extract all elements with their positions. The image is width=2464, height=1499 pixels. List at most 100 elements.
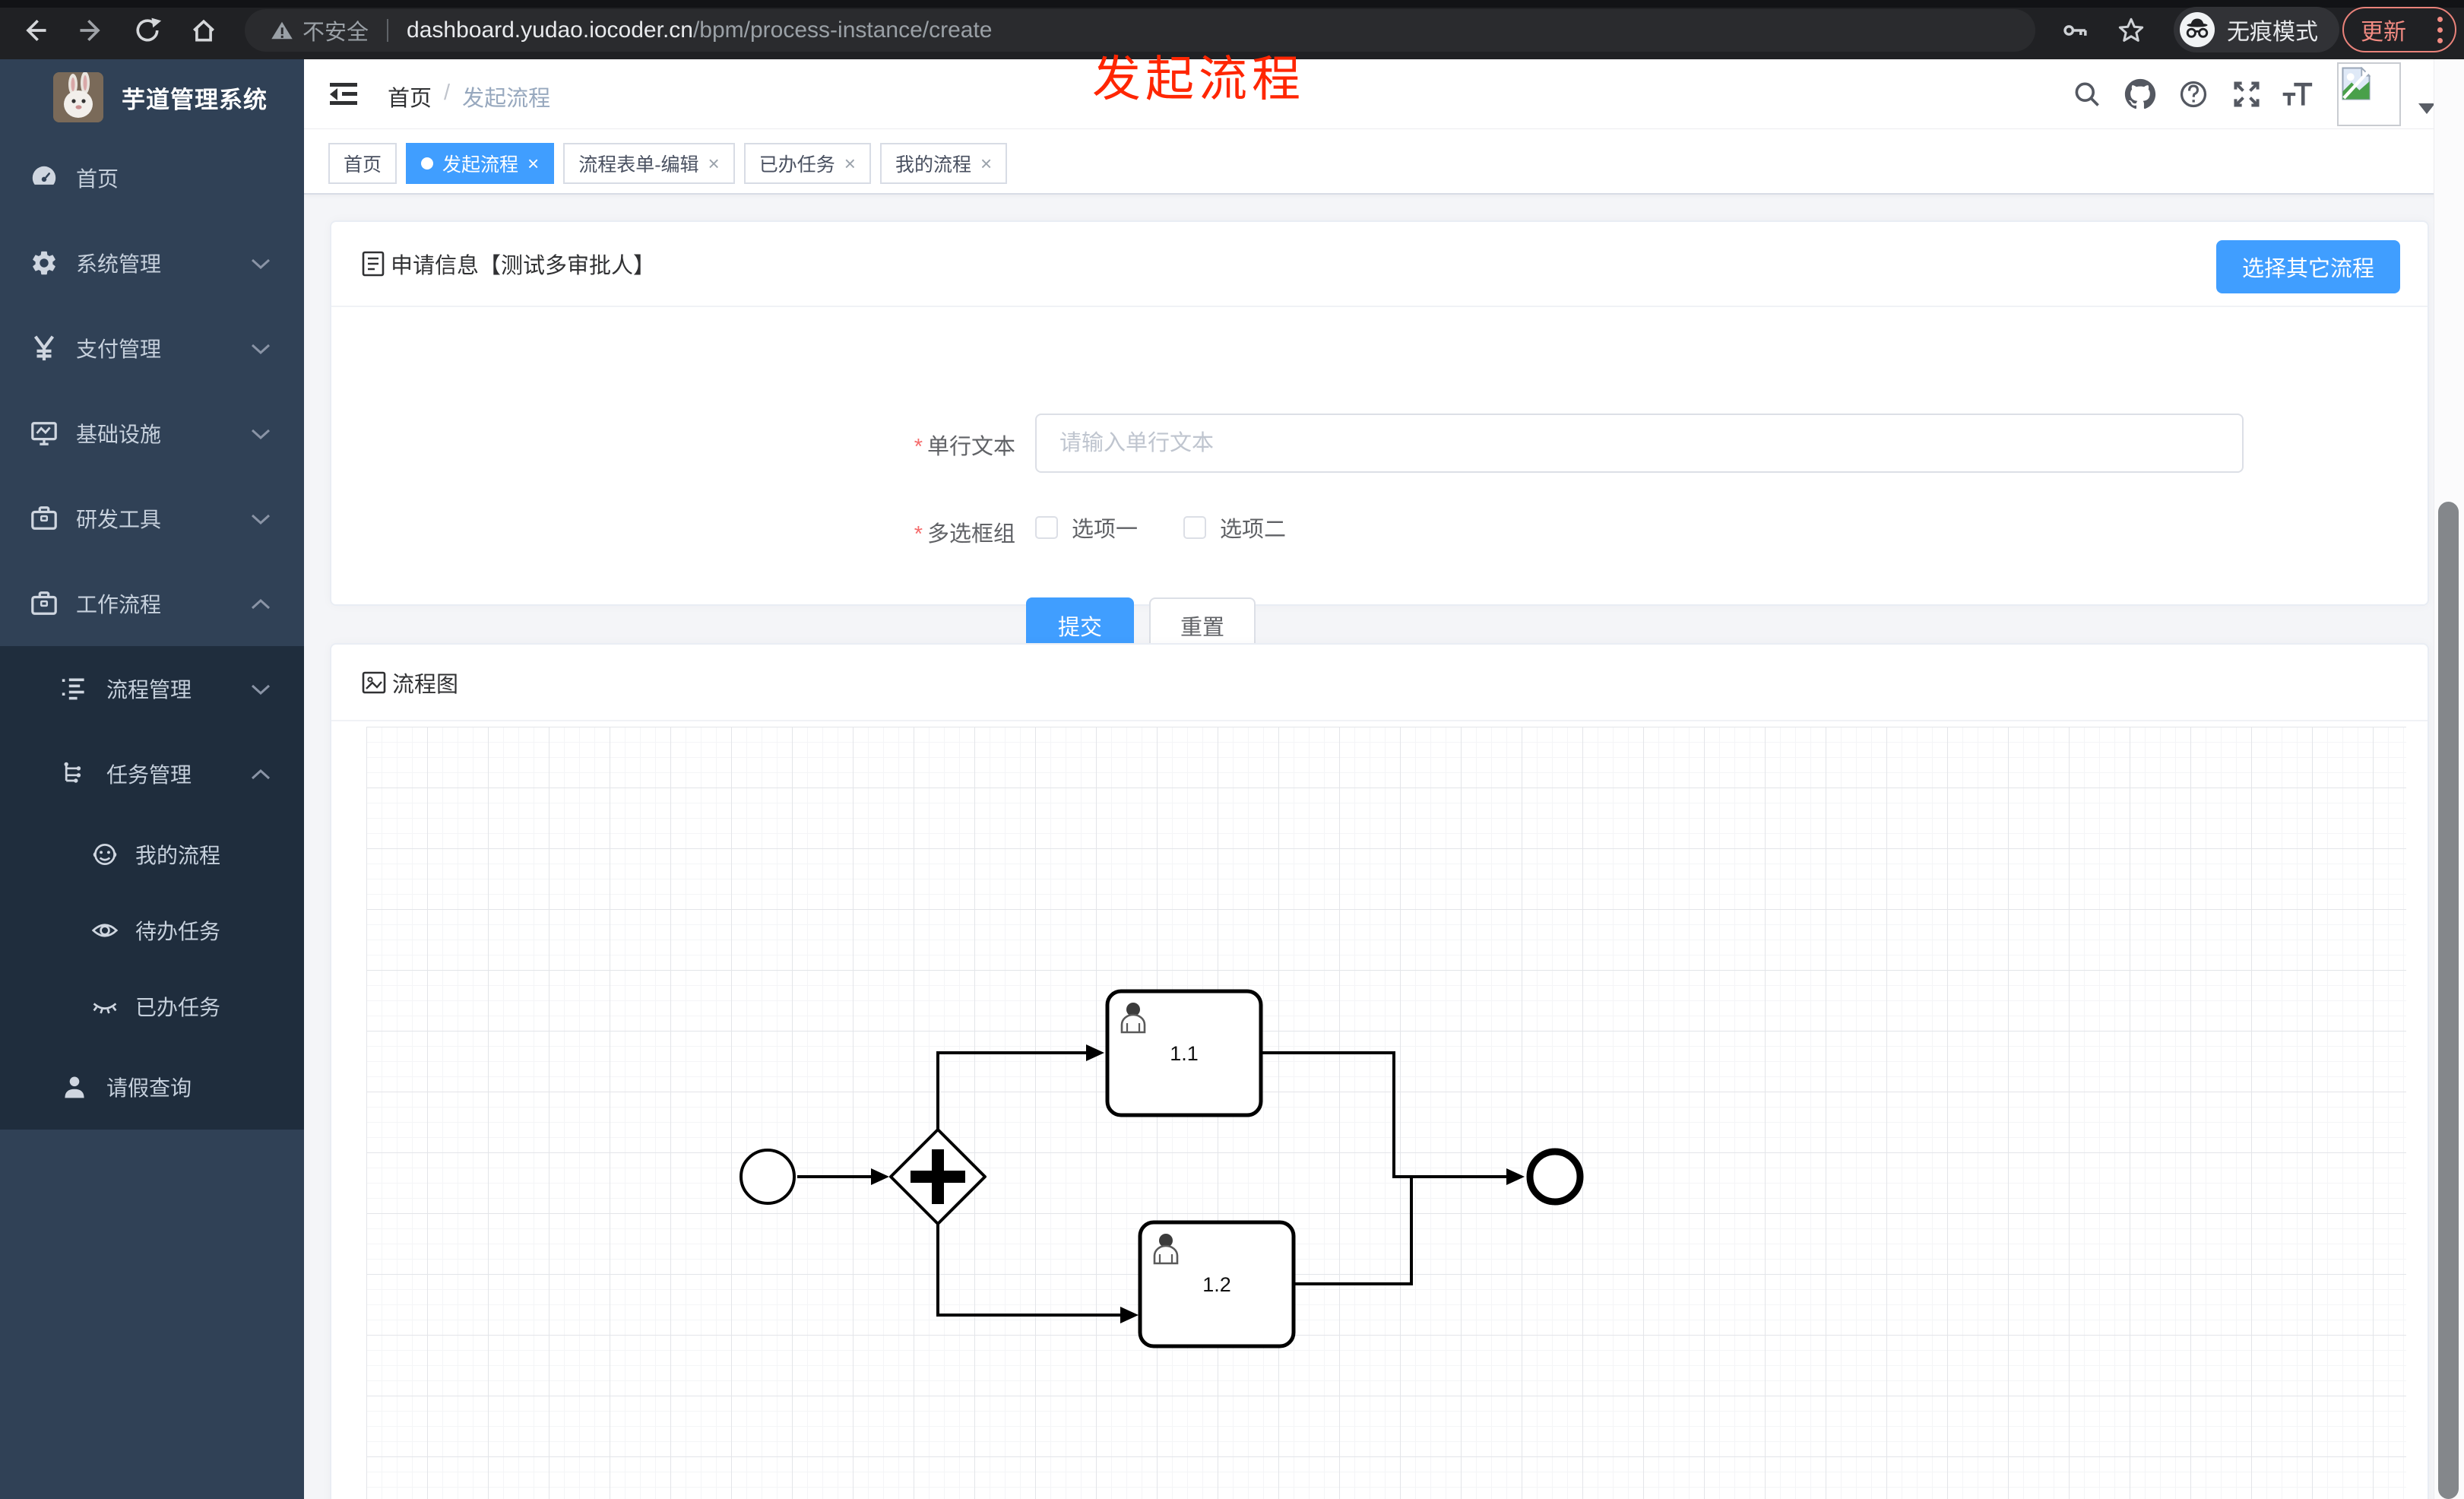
chevron-down-icon (251, 251, 271, 275)
list-tree-icon (59, 673, 90, 704)
person-icon (59, 1072, 90, 1102)
question-circle-icon (2180, 81, 2207, 108)
chevron-down-icon (251, 336, 271, 360)
page-scrollbar-track[interactable] (2434, 59, 2464, 1499)
browser-update-menu-button[interactable]: 更新 (2342, 7, 2456, 52)
tab-my-process[interactable]: 我的流程 × (879, 143, 1008, 184)
tab-done-tasks[interactable]: 已办任务 × (743, 143, 871, 184)
sidebar-item-payment[interactable]: 支付管理 (0, 306, 304, 391)
bpmn-flow-gateway-task1 (936, 1051, 1086, 1130)
checkbox-option-1[interactable]: 选项一 (1035, 512, 1138, 544)
briefcase-icon (29, 588, 59, 619)
breadcrumb-current: 发起流程 (462, 87, 551, 111)
password-key-button[interactable] (2057, 12, 2093, 49)
sidebar-item-my-process[interactable]: 我的流程 (0, 816, 304, 892)
close-icon[interactable]: × (980, 154, 992, 173)
page-scrollbar-thumb[interactable] (2438, 502, 2459, 1499)
sidebar-item-label: 工作流程 (76, 593, 162, 616)
sidebar-item-label: 系统管理 (76, 252, 162, 276)
close-icon[interactable]: × (844, 154, 856, 173)
tab-label: 流程表单-编辑 (578, 154, 699, 176)
browser-reload-button[interactable] (129, 12, 166, 49)
chevron-down-icon (251, 677, 271, 701)
image-icon (362, 671, 386, 693)
checkbox-label: 选项一 (1072, 518, 1139, 542)
tab-home[interactable]: 首页 (328, 143, 397, 184)
hamburger-indent-icon (330, 83, 357, 105)
app-logo-image (53, 72, 103, 122)
browser-home-button[interactable] (185, 12, 222, 49)
sidebar-item-task-management[interactable]: 任务管理 (0, 731, 304, 816)
sidebar-item-label: 已办任务 (135, 996, 221, 1019)
breadcrumb-separator: / (444, 81, 451, 105)
header-fullscreen-button[interactable] (2228, 76, 2265, 113)
sidebar-item-leave-query[interactable]: 请假查询 (0, 1044, 304, 1130)
tab-initiate-process[interactable]: 发起流程 × (406, 143, 555, 184)
incognito-badge: 无痕模式 (2174, 7, 2339, 52)
required-asterisk: * (914, 522, 923, 547)
forward-arrow-icon (80, 19, 100, 42)
sidebar-item-system[interactable]: 系统管理 (0, 220, 304, 306)
sidebar-item-home[interactable]: 首页 (0, 135, 304, 220)
sidebar-item-done-tasks[interactable]: 已办任务 (0, 968, 304, 1044)
url-bar[interactable]: 不安全 dashboard.yudao.iocoder.cn/bpm/proce… (245, 9, 2035, 52)
bpmn-arrowhead (1506, 1168, 1525, 1185)
sidebar-item-dev-tools[interactable]: 研发工具 (0, 476, 304, 561)
reload-icon (136, 17, 162, 42)
document-icon (362, 251, 385, 277)
bpmn-flow-task1-end (1261, 1051, 1506, 1178)
checkbox-option-2[interactable]: 选项二 (1183, 512, 1286, 544)
avatar[interactable] (2337, 62, 2401, 126)
header-help-button[interactable] (2175, 76, 2212, 113)
bpmn-start-event (740, 1149, 796, 1205)
browser-forward-button[interactable] (73, 12, 109, 49)
bpmn-gateway-plus-icon (932, 1149, 944, 1204)
browser-back-button[interactable] (17, 12, 53, 49)
bpmn-canvas[interactable]: 1.1 1.2 (366, 727, 2406, 1499)
font-size-icon (2282, 82, 2313, 106)
sidebar-logo[interactable]: 芋道管理系统 (0, 59, 304, 135)
sidebar-submenu-workflow: 流程管理 任务管理 我的流程 待办任务 已办任务 请假查询 (0, 646, 304, 1130)
bpmn-task-label: 1.2 (1202, 1273, 1231, 1296)
tab-label: 首页 (344, 154, 382, 176)
bpmn-end-event (1526, 1148, 1584, 1206)
sidebar-item-label: 首页 (76, 167, 119, 191)
incognito-label: 无痕模式 (2227, 20, 2318, 45)
chevron-down-icon (251, 506, 271, 531)
sidebar-item-workflow[interactable]: 工作流程 (0, 561, 304, 646)
search-icon (2075, 82, 2099, 106)
choose-other-process-button[interactable]: 选择其它流程 (2215, 240, 2400, 293)
browser-tab-strip (0, 0, 2464, 8)
avatar-dropdown-caret[interactable] (2418, 103, 2435, 114)
bookmark-star-button[interactable] (2113, 12, 2149, 49)
sidebar-item-label: 流程管理 (106, 678, 192, 702)
sidebar-item-todo-tasks[interactable]: 待办任务 (0, 892, 304, 968)
update-label: 更新 (2361, 20, 2406, 45)
field-label-checkbox-group: * 多选框组 (914, 522, 1015, 547)
tab-label: 已办任务 (759, 154, 835, 176)
header-github-button[interactable] (2122, 76, 2158, 113)
not-secure-warning-icon (271, 21, 293, 40)
close-icon[interactable]: × (527, 154, 539, 173)
bpmn-arrowhead (1120, 1307, 1139, 1323)
required-asterisk: * (914, 435, 923, 459)
sidebar-collapse-button[interactable] (327, 78, 360, 111)
sidebar-item-label: 任务管理 (106, 763, 192, 787)
kebab-menu-icon (2437, 16, 2443, 43)
chevron-down-icon (251, 421, 271, 445)
tab-process-form-edit[interactable]: 流程表单-编辑 × (563, 143, 735, 184)
sidebar-item-process-management[interactable]: 流程管理 (0, 646, 304, 731)
header-search-button[interactable] (2069, 76, 2105, 113)
close-icon[interactable]: × (708, 154, 720, 173)
process-diagram-card: 流程图 1.1 1.2 (330, 643, 2429, 1499)
checkbox-icon (1035, 516, 1058, 539)
single-line-text-input[interactable] (1035, 414, 2244, 473)
checkbox-label: 选项二 (1220, 518, 1287, 542)
breadcrumb-home[interactable]: 首页 (388, 81, 432, 113)
chevron-up-icon (251, 591, 271, 616)
sidebar-item-infrastructure[interactable]: 基础设施 (0, 391, 304, 476)
url-path: /bpm/process-instance/create (692, 17, 993, 43)
header-font-size-button[interactable] (2279, 76, 2315, 113)
gear-icon (29, 248, 59, 278)
not-secure-label: 不安全 (302, 21, 369, 45)
